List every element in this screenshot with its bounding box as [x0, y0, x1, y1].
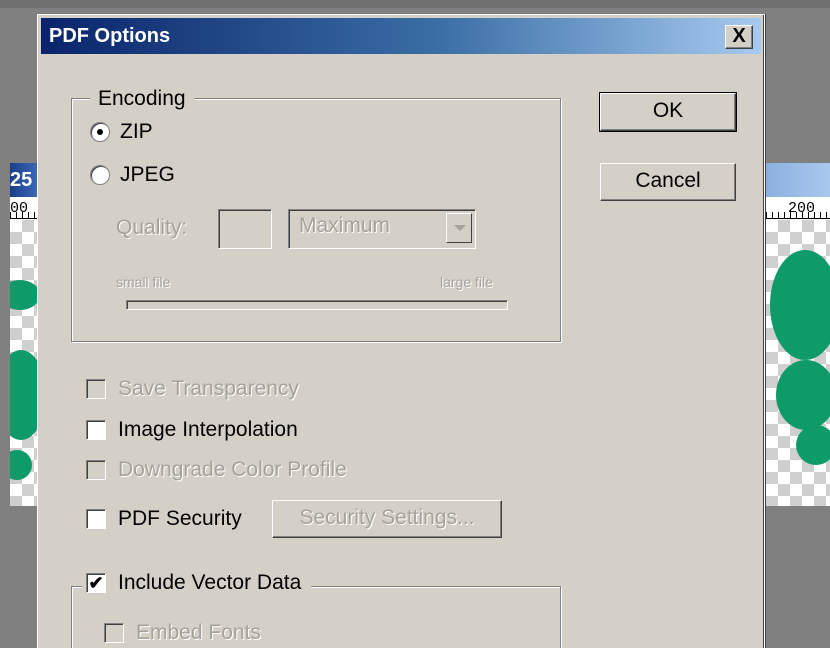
quality-slider — [126, 300, 508, 310]
pdf-security-checkbox[interactable] — [86, 509, 106, 529]
image-interpolation-option[interactable]: Image Interpolation — [86, 418, 298, 442]
zip-radio[interactable] — [90, 122, 110, 142]
pdf-security-label[interactable]: PDF Security — [118, 507, 242, 531]
green-shape — [770, 250, 830, 360]
embed-fonts-label: Embed Fonts — [136, 621, 261, 644]
quality-select: Maximum — [288, 209, 476, 249]
transparent-canvas — [766, 220, 830, 506]
save-transparency-label: Save Transparency — [118, 377, 299, 400]
encoding-legend: Encoding — [90, 87, 194, 111]
checkmark-icon: ✔ — [88, 573, 104, 593]
include-vector-data-label[interactable]: Include Vector Data — [118, 571, 301, 595]
embed-fonts-checkbox — [104, 623, 124, 643]
image-interpolation-label[interactable]: Image Interpolation — [118, 418, 298, 442]
dialog-title: PDF Options — [49, 25, 171, 47]
downgrade-color-profile-label: Downgrade Color Profile — [118, 458, 347, 481]
image-interpolation-checkbox[interactable] — [86, 420, 106, 440]
security-settings-button: Security Settings... — [272, 500, 502, 538]
horizontal-ruler: 200 — [766, 197, 830, 219]
zip-radio-option[interactable]: ZIP — [90, 120, 153, 144]
green-shape — [10, 450, 32, 480]
quality-select-value: Maximum — [299, 214, 391, 237]
close-icon: X — [732, 25, 746, 47]
downgrade-color-profile-checkbox — [86, 460, 106, 480]
green-shape — [776, 360, 830, 430]
background-window-title — [766, 163, 830, 197]
include-vector-data-option[interactable]: ✔ Include Vector Data — [82, 571, 312, 595]
chevron-down-icon — [446, 213, 472, 243]
jpeg-label: JPEG — [120, 163, 175, 186]
quality-input — [218, 209, 272, 249]
embed-fonts-option: Embed Fonts — [104, 621, 261, 645]
ok-button[interactable]: OK — [599, 92, 737, 132]
zip-label: ZIP — [120, 120, 153, 143]
pdf-security-option[interactable]: PDF Security — [86, 507, 242, 531]
close-button[interactable]: X — [725, 25, 753, 49]
jpeg-radio[interactable] — [90, 165, 110, 185]
background-document-window-right: 200 — [765, 163, 830, 506]
ruler-ticks — [766, 212, 830, 218]
pdf-options-dialog: PDF Options X Encoding ZIP JPEG Quality:… — [37, 14, 765, 648]
quality-label: Quality: — [116, 216, 188, 239]
green-shape — [10, 280, 40, 310]
cancel-button[interactable]: Cancel — [600, 163, 736, 201]
include-vector-data-checkbox[interactable]: ✔ — [86, 573, 106, 593]
dialog-titlebar[interactable]: PDF Options X — [41, 18, 761, 54]
small-file-label: small file — [116, 274, 171, 290]
save-transparency-checkbox — [86, 379, 106, 399]
save-transparency-option: Save Transparency — [86, 377, 299, 401]
green-shape — [796, 425, 830, 465]
downgrade-color-profile-option: Downgrade Color Profile — [86, 458, 347, 482]
background-area — [0, 0, 830, 8]
large-file-label: large file — [440, 274, 493, 290]
jpeg-radio-option[interactable]: JPEG — [90, 163, 175, 187]
